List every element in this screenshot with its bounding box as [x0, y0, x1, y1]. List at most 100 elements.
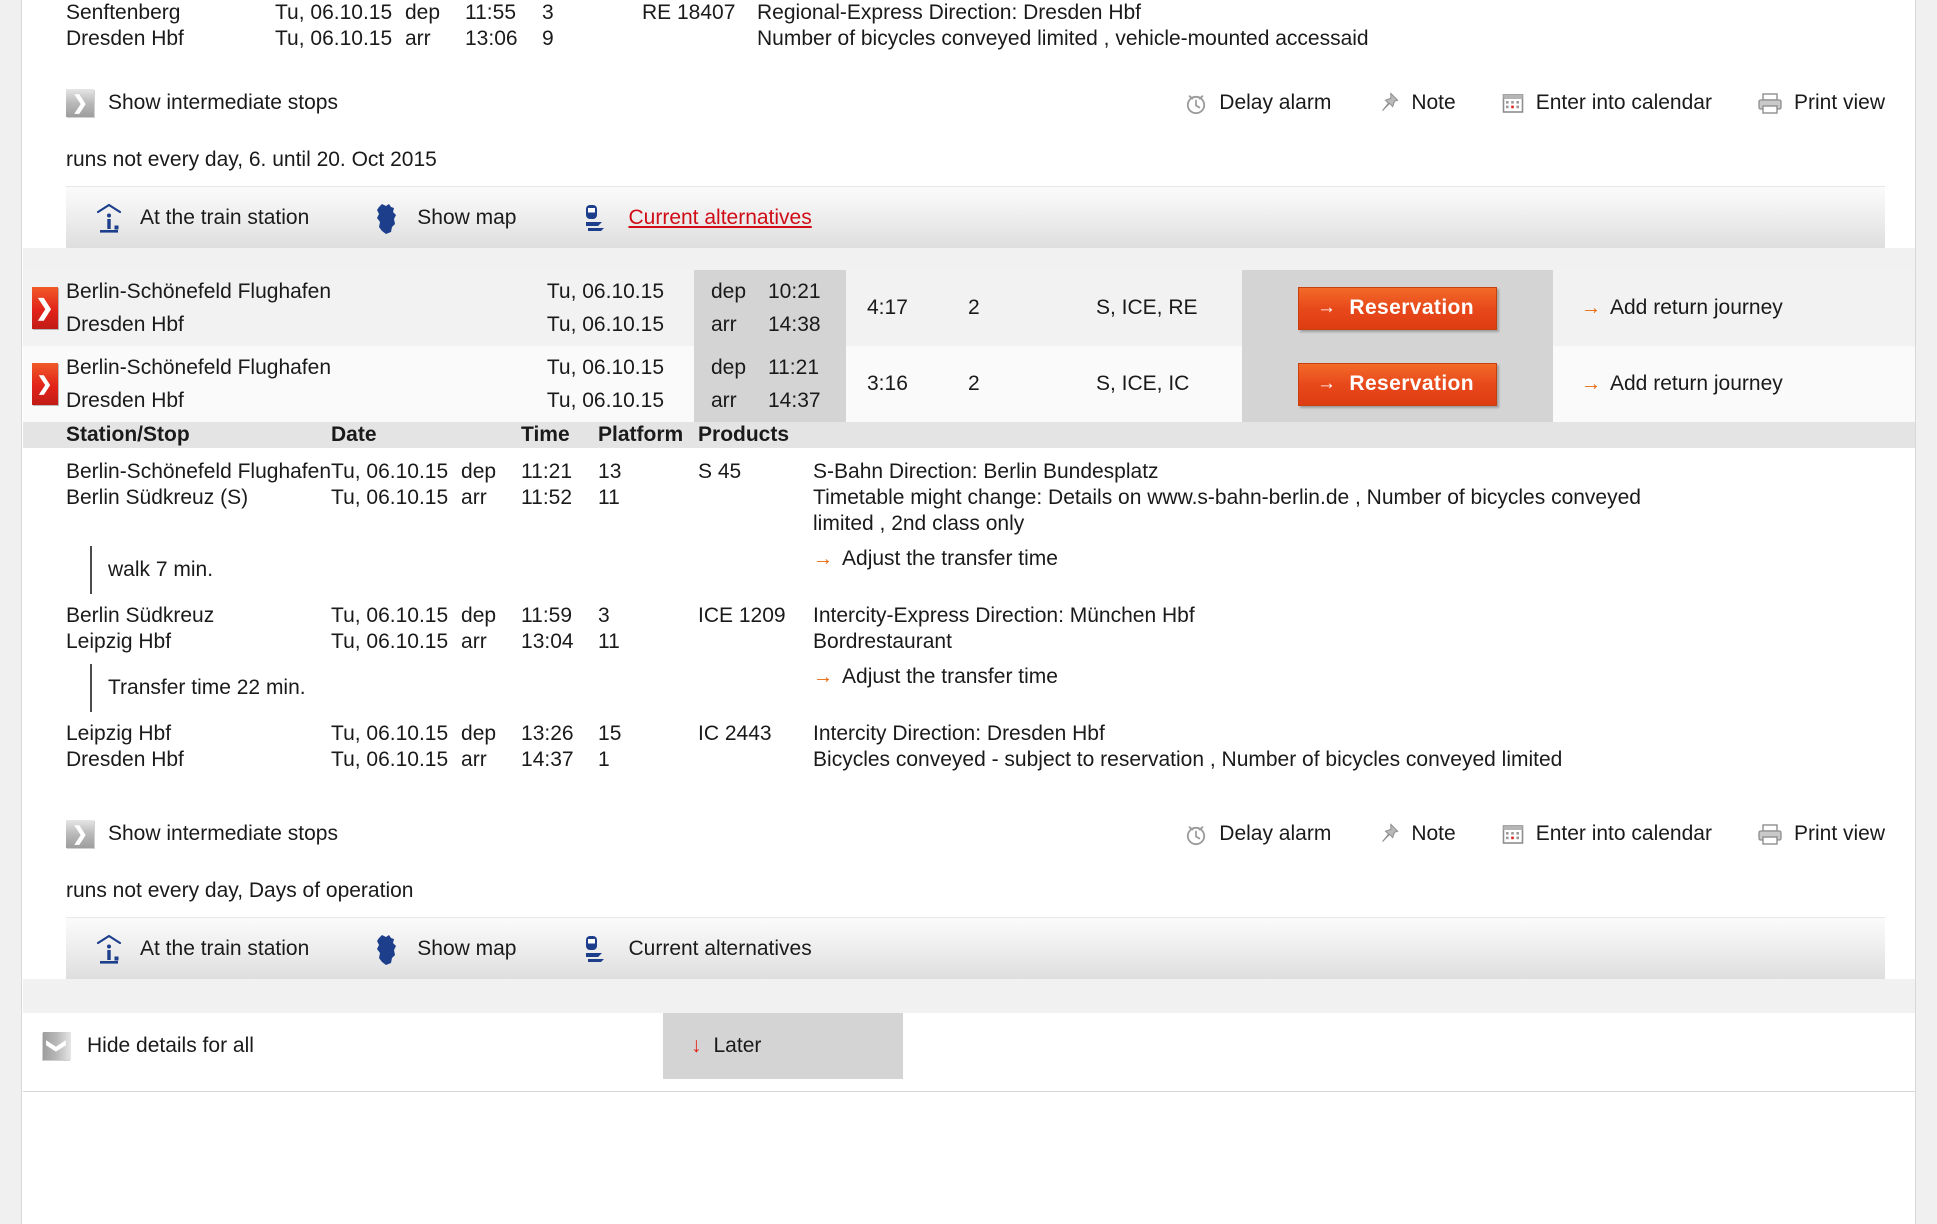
chevron-down-icon[interactable]: ❯ — [43, 1032, 71, 1060]
section-gap — [23, 979, 1915, 1013]
at-the-train-station-label: At the train station — [140, 936, 310, 960]
delay-alarm-label: Delay alarm — [1219, 822, 1332, 845]
detail-remark-2: Bicycles conveyed - subject to reservati… — [813, 748, 1563, 771]
header-station: Station/Stop — [23, 422, 332, 448]
show-map-button[interactable]: Show map — [371, 201, 516, 235]
adjust-transfer-time-button[interactable]: → Adjust the transfer time — [813, 655, 1915, 721]
delay-alarm-button[interactable]: Delay alarm — [1183, 90, 1331, 116]
detail-row: Dresden Hbf Tu, 06.10.15 arr 14:37 1 Bic… — [23, 747, 1915, 773]
detail-product: RE 18407 — [642, 1, 736, 24]
expand-toggle[interactable]: ❯ — [23, 270, 66, 346]
summary-dep-date: Tu, 06.10.15 — [546, 280, 664, 303]
delay-alarm-label: Delay alarm — [1219, 91, 1332, 114]
spacer — [23, 511, 331, 537]
summary-arr-label: arr — [711, 313, 737, 336]
arrow-right-icon: → — [1581, 297, 1601, 319]
summary-duration: 3:16 — [867, 372, 908, 395]
printer-icon — [1756, 821, 1784, 847]
spacer — [598, 511, 698, 537]
current-alternatives-button[interactable]: Current alternatives — [578, 932, 812, 966]
detail-row: limited , 2nd class only — [23, 511, 1915, 537]
enter-into-calendar-button[interactable]: Enter into calendar — [1500, 821, 1712, 847]
add-return-journey-label: Add return journey — [1610, 296, 1783, 319]
collapse-toggle[interactable]: ❯ — [23, 346, 66, 422]
summary-arr-label: arr — [711, 389, 737, 412]
detail-deparr: dep — [461, 460, 497, 483]
detail-time: 11:59 — [521, 604, 573, 627]
header-deparr-spacer — [461, 422, 522, 448]
enter-into-calendar-button[interactable]: Enter into calendar — [1500, 90, 1712, 116]
add-return-journey-button[interactable]: → Add return journey — [1553, 346, 1915, 422]
calendar-icon — [1500, 821, 1526, 847]
at-the-train-station-button[interactable]: At the train station — [94, 201, 309, 235]
current-alternatives-button[interactable]: Current alternatives — [578, 201, 812, 235]
detail-product-empty — [698, 629, 813, 655]
note-button[interactable]: Note — [1375, 821, 1456, 847]
reservation-button[interactable]: → Reservation — [1297, 286, 1498, 330]
info-station-icon — [94, 932, 124, 966]
print-view-label: Print view — [1793, 822, 1885, 845]
journey-detail-top: Senftenberg Tu, 06.10.15 dep 11:55 3 RE … — [23, 0, 1915, 270]
header-date: Date — [331, 422, 462, 448]
detail-table-top: Senftenberg Tu, 06.10.15 dep 11:55 3 RE … — [23, 0, 1915, 52]
delay-alarm-button[interactable]: Delay alarm — [1183, 821, 1331, 847]
chevron-right-icon[interactable]: ❯ — [31, 287, 58, 329]
detail-remark: Regional-Express Direction: Dresden Hbf — [757, 1, 1141, 24]
journey-summary-row[interactable]: ❯ Berlin-Schönefeld Flughafen Dresden Hb… — [23, 270, 1915, 346]
spacer — [698, 511, 813, 537]
detail-platform: 13 — [598, 460, 622, 483]
show-map-label: Show map — [417, 936, 517, 960]
hide-details-for-all-button[interactable]: ❯ Hide details for all — [23, 1013, 663, 1079]
detail-deparr: arr — [461, 630, 487, 653]
summary-destination: Dresden Hbf — [66, 389, 184, 412]
chevron-down-icon[interactable]: ❯ — [31, 363, 58, 405]
summary-products: S, ICE, RE — [1096, 296, 1198, 319]
at-the-train-station-button[interactable]: At the train station — [94, 932, 309, 966]
detail-product: S 45 — [698, 460, 742, 483]
pin-icon — [1375, 821, 1401, 847]
detail-product — [642, 26, 757, 52]
adjust-transfer-time-button[interactable]: → Adjust the transfer time — [813, 537, 1915, 603]
journey-summary-row[interactable]: ❯ Berlin-Schönefeld Flughafen Dresden Hb… — [23, 346, 1915, 422]
printer-icon — [1756, 90, 1784, 116]
detail-remark-1: S-Bahn Direction: Berlin Bundesplatz — [813, 460, 1159, 483]
adjust-transfer-time-label: Adjust the transfer time — [842, 665, 1058, 688]
print-view-button[interactable]: Print view — [1756, 821, 1885, 847]
add-return-journey-label: Add return journey — [1610, 372, 1783, 395]
show-intermediate-stops-label[interactable]: Show intermediate stops — [108, 822, 338, 846]
detail-remark-2: Bordrestaurant — [813, 630, 952, 653]
show-map-button[interactable]: Show map — [371, 932, 516, 966]
print-view-button[interactable]: Print view — [1756, 90, 1885, 116]
add-return-journey-button[interactable]: → Add return journey — [1553, 270, 1915, 346]
current-alternatives-label[interactable]: Current alternatives — [628, 206, 811, 230]
current-alternatives-label: Current alternatives — [628, 936, 812, 960]
transfer-note: walk 7 min. — [90, 546, 813, 594]
spacer — [461, 511, 521, 537]
reservation-button[interactable]: → Reservation — [1297, 362, 1498, 406]
arrow-right-icon: → — [1316, 296, 1337, 318]
detail-date: Tu, 06.10.15 — [275, 1, 393, 24]
show-intermediate-stops-label[interactable]: Show intermediate stops — [108, 91, 338, 115]
chevron-right-icon[interactable]: ❯ — [66, 820, 94, 848]
summary-duration: 4:17 — [867, 296, 908, 319]
later-button[interactable]: ↓ Later — [663, 1013, 903, 1079]
note-button[interactable]: Note — [1375, 90, 1456, 116]
journey-toolbar-expanded: ❯ Show intermediate stops Delay alarm No… — [23, 805, 1915, 863]
detail-date: Tu, 06.10.15 — [331, 630, 449, 653]
summary-dep-date: Tu, 06.10.15 — [546, 356, 664, 379]
arrow-right-icon: → — [813, 666, 834, 688]
detail-station: Berlin Südkreuz (S) — [66, 486, 249, 509]
adjust-transfer-time-label: Adjust the transfer time — [842, 547, 1058, 570]
detail-date: Tu, 06.10.15 — [331, 604, 449, 627]
summary-dep-time: 11:21 — [768, 356, 819, 379]
detail-row: Berlin Südkreuz (S) Tu, 06.10.15 arr 11:… — [23, 485, 1915, 511]
chevron-right-icon[interactable]: ❯ — [66, 89, 94, 117]
summary-changes: 2 — [968, 296, 980, 319]
header-time: Time — [521, 422, 599, 448]
detail-deparr: dep — [405, 1, 441, 24]
detail-station: Dresden Hbf — [66, 748, 184, 771]
enter-into-calendar-label: Enter into calendar — [1535, 822, 1712, 845]
results-content: Senftenberg Tu, 06.10.15 dep 11:55 3 RE … — [23, 0, 1915, 1224]
reservation-cell: → Reservation — [1242, 270, 1553, 346]
detail-table: Station/Stop Date Time Platform Products… — [23, 422, 1915, 773]
